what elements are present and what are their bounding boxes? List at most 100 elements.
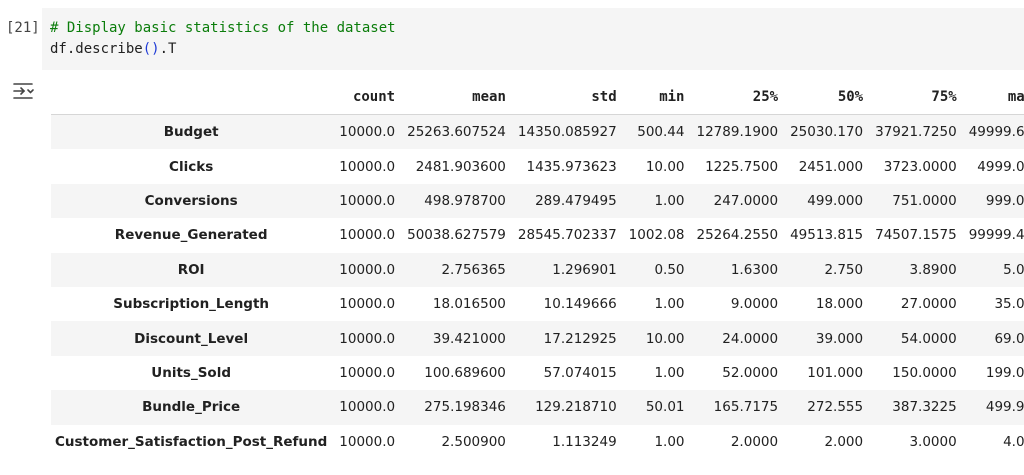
table-cell: 2.500900 xyxy=(441,433,506,450)
table-cell: 165.7175 xyxy=(713,399,779,416)
table-cell: 17.212925 xyxy=(543,330,617,347)
code-attr: .T xyxy=(159,41,177,57)
column-header: mean xyxy=(403,80,514,115)
table-cell: 25030.170 xyxy=(790,124,864,141)
code-call: df.describe xyxy=(50,41,143,57)
table-cell: 74507.1575 xyxy=(875,227,957,244)
table-row: ROI 10000.0 2.756365 1.296901 0.50 1.6300 2.75… xyxy=(51,252,1024,287)
code-comment-line: # Display basic statistics of the datase… xyxy=(50,20,396,36)
table-cell: 10000.0 xyxy=(339,433,396,450)
table-cell: 150.0000 xyxy=(892,364,957,381)
table-cell: 1.00 xyxy=(654,192,685,209)
table-cell: 54.0000 xyxy=(900,330,957,347)
table-cell: 1.00 xyxy=(654,296,685,313)
table-cell: 1.113249 xyxy=(552,433,617,450)
column-header: 75% xyxy=(871,80,965,115)
column-header: max xyxy=(964,80,1024,115)
table-cell: 2.0000 xyxy=(730,433,779,450)
table-cell: 1.296901 xyxy=(552,261,617,278)
row-label: Revenue_Generated xyxy=(114,227,268,244)
table-cell: 10000.0 xyxy=(339,158,396,175)
table-cell: 199.00 xyxy=(985,364,1024,381)
table-row: Revenue_Generated 10000.0 50038.627579 2854… xyxy=(51,218,1024,252)
column-header xyxy=(51,80,336,115)
code-editor[interactable]: # Display basic statistics of the datase… xyxy=(42,8,1024,70)
row-label: Subscription_Length xyxy=(113,296,270,313)
table-cell: 10000.0 xyxy=(339,261,396,278)
table-cell: 10000.0 xyxy=(339,296,396,313)
table-cell: 50038.627579 xyxy=(407,227,506,244)
table-cell: 129.218710 xyxy=(535,399,617,416)
table-cell: 69.00 xyxy=(994,330,1024,347)
row-label: Clicks xyxy=(169,158,214,175)
table-cell: 387.3225 xyxy=(892,399,957,416)
table-cell: 1.00 xyxy=(654,433,685,450)
column-header: 25% xyxy=(692,80,787,115)
code-cell[interactable]: [21] # Display basic statistics of the d… xyxy=(0,8,1024,72)
table-cell: 10000.0 xyxy=(339,227,396,244)
output-toggle-icon[interactable] xyxy=(12,81,36,101)
table-cell: 5.00 xyxy=(1003,261,1024,278)
table-cell: 751.0000 xyxy=(892,192,957,209)
table-cell: 4999.00 xyxy=(977,158,1024,175)
table-cell: 12789.1900 xyxy=(696,124,779,141)
table-row: Units_Sold 10000.0 100.689600 57.074015 1.00… xyxy=(51,356,1024,390)
table-cell: 499.97 xyxy=(985,399,1024,416)
table-cell: 18.016500 xyxy=(432,296,506,313)
table-row: Subscription_Length 10000.0 18.016500 10.14… xyxy=(51,287,1024,321)
table-cell: 1.6300 xyxy=(730,261,779,278)
table-cell: 49513.815 xyxy=(790,227,864,244)
table-cell: 2481.903600 xyxy=(415,158,506,175)
table-cell: 10000.0 xyxy=(339,330,396,347)
table-cell: 272.555 xyxy=(807,399,864,416)
table-cell: 1002.08 xyxy=(628,227,685,244)
table-cell: 1.00 xyxy=(654,364,685,381)
row-label: Customer_Satisfaction_Post_Refund xyxy=(55,433,328,450)
table-cell: 247.0000 xyxy=(713,192,779,209)
table-row: Clicks 10000.0 2481.903600 1435.973623 10.00… xyxy=(51,149,1024,183)
table-cell: 39.000 xyxy=(815,330,864,347)
table-cell: 2451.000 xyxy=(798,158,864,175)
table-cell: 37921.7250 xyxy=(875,124,957,141)
table-cell: 9.0000 xyxy=(730,296,779,313)
row-label: Conversions xyxy=(144,192,238,209)
table-cell: 10.00 xyxy=(645,330,685,347)
table-cell: 14350.085927 xyxy=(517,124,617,141)
table-cell: 4.00 xyxy=(1003,433,1024,450)
table-cell: 0.50 xyxy=(654,261,685,278)
table-row: Bundle_Price 10000.0 275.198346 129.218710 5… xyxy=(51,390,1024,425)
table-cell: 18.000 xyxy=(815,296,864,313)
table-cell: 28545.702337 xyxy=(517,227,617,244)
row-label: Budget xyxy=(163,124,219,141)
row-label: ROI xyxy=(177,261,205,278)
table-cell: 52.0000 xyxy=(722,364,779,381)
column-header: min xyxy=(624,80,693,115)
table-cell: 1225.7500 xyxy=(705,158,779,175)
column-header: std xyxy=(513,80,625,115)
table-cell: 500.44 xyxy=(637,124,685,141)
table-cell: 101.000 xyxy=(807,364,864,381)
table-cell: 2.000 xyxy=(824,433,864,450)
table-cell: 10.00 xyxy=(645,158,685,175)
table-cell: 10000.0 xyxy=(339,192,396,209)
table-row: Discount_Level 10000.0 39.421000 17.212925 1… xyxy=(51,321,1024,356)
table-cell: 99999.47 xyxy=(968,227,1024,244)
row-label: Discount_Level xyxy=(134,330,249,347)
column-header: 50% xyxy=(786,80,872,115)
table-cell: 27.0000 xyxy=(900,296,957,313)
execution-count: [21] xyxy=(6,20,40,36)
header-row: count mean std min 25% 50% 75% max xyxy=(51,80,1024,115)
column-header: count xyxy=(335,80,404,115)
table-cell: 35.00 xyxy=(994,296,1024,313)
table-cell: 3.0000 xyxy=(909,433,957,450)
table-cell: 999.00 xyxy=(985,192,1024,209)
row-label: Units_Sold xyxy=(151,364,231,381)
table-row: Budget 10000.0 25263.607524 14350.085927 500… xyxy=(51,114,1024,150)
table-cell: 2.756365 xyxy=(441,261,506,278)
table-row: Customer_Satisfaction_Post_Refund 10000.0… xyxy=(51,425,1024,459)
table-cell: 50.01 xyxy=(645,399,685,416)
table-cell: 499.000 xyxy=(807,192,864,209)
table-cell: 1435.973623 xyxy=(526,158,617,175)
table-cell: 3.8900 xyxy=(909,261,957,278)
table-cell: 498.978700 xyxy=(424,192,506,209)
